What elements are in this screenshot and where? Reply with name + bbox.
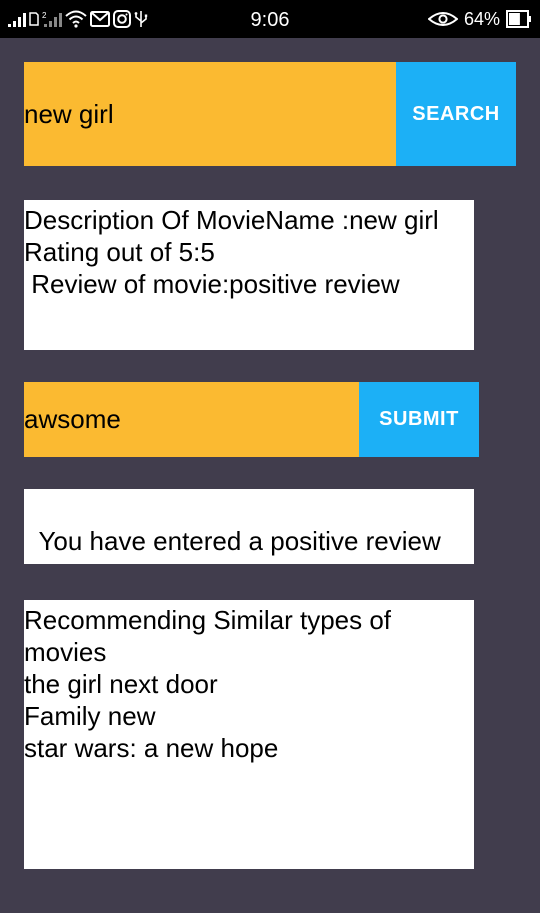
eye-icon — [427, 11, 458, 27]
review-input[interactable] — [24, 382, 359, 457]
description-rating: Rating out of 5:5 — [24, 237, 215, 267]
recommendation-item: the girl next door — [24, 669, 218, 699]
status-icons-right: 64% — [427, 6, 532, 32]
review-row: SUBMIT — [24, 382, 479, 457]
description-review: Review of movie:positive review — [24, 269, 400, 299]
battery-icon — [506, 10, 532, 28]
movie-description-box: Description Of MovieName :new girl Rating… — [24, 200, 474, 350]
review-result-box: You have entered a positive review — [24, 489, 474, 564]
recommendation-item: Family new — [24, 701, 156, 731]
recommendation-item: star wars: a new hope — [24, 733, 279, 763]
recommendations-heading: Recommending Similar types of — [24, 605, 392, 635]
status-bar: 2 9:06 64% — [0, 0, 540, 38]
search-row: SEARCH — [24, 62, 516, 166]
search-button[interactable]: SEARCH — [396, 62, 516, 166]
battery-percent: 64% — [463, 8, 500, 29]
review-result-text: You have entered a positive review — [38, 526, 441, 556]
recommendations-box: Recommending Similar types of movies the g… — [24, 600, 474, 869]
submit-button[interactable]: SUBMIT — [359, 382, 479, 457]
description-title: Description Of MovieName :new girl — [24, 205, 439, 235]
recommendations-heading-cont: movies — [24, 637, 107, 667]
search-input[interactable] — [24, 62, 396, 166]
